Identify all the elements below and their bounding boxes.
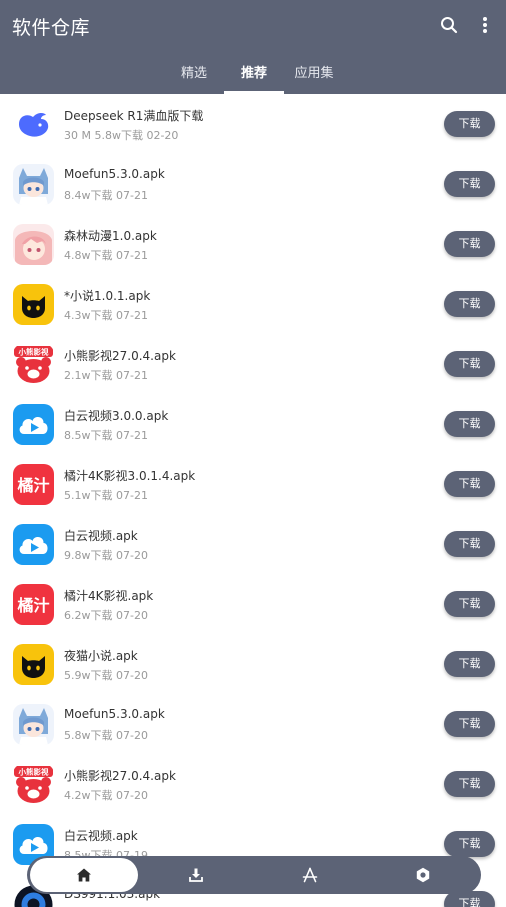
app-name: 白云视频.apk bbox=[64, 529, 138, 543]
download-button[interactable]: 下载 bbox=[444, 591, 495, 617]
app-meta: 4.2w下载 07-20 bbox=[64, 789, 148, 802]
svg-text:小熊影视: 小熊影视 bbox=[19, 767, 49, 777]
app-name: 小熊影视27.0.4.apk bbox=[64, 349, 176, 363]
app-meta: 5.9w下载 07-20 bbox=[64, 669, 148, 682]
download-button[interactable]: 下载 bbox=[444, 171, 495, 197]
list-item[interactable]: Moefun5.3.0.apk 8.4w下载 07-21 下载 bbox=[0, 154, 506, 214]
list-item[interactable]: 小熊影视 小熊影视27.0.4.apk 2.1w下载 07-21 下载 bbox=[0, 334, 506, 394]
anime-girl-pink-icon bbox=[13, 224, 54, 265]
download-button[interactable]: 下载 bbox=[444, 231, 495, 257]
download-button[interactable]: 下载 bbox=[444, 351, 495, 377]
app-name: Moefun5.3.0.apk bbox=[64, 707, 165, 721]
deepseek-whale-icon bbox=[13, 104, 54, 145]
anime-girl-blue-icon bbox=[13, 704, 54, 745]
black-cat-icon bbox=[13, 284, 54, 325]
app-meta: 8.5w下载 07-21 bbox=[64, 429, 148, 442]
app-window: 软件仓库 精选 推荐 应用集 Deepseek R1满血版下载 30 M 5.8w… bbox=[0, 0, 506, 907]
cloud-play-icon bbox=[13, 404, 54, 445]
list-item[interactable]: 小熊影视 小熊影视27.0.4.apk 4.2w下载 07-20 下载 bbox=[0, 754, 506, 814]
tab-collections[interactable]: 应用集 bbox=[284, 58, 344, 94]
app-name: Deepseek R1满血版下载 bbox=[64, 109, 204, 123]
nav-home[interactable] bbox=[30, 858, 138, 892]
juzhi-icon: 橘汁 bbox=[13, 464, 54, 505]
app-list: Deepseek R1满血版下载 30 M 5.8w下载 02-20 下载 Moefu… bbox=[0, 94, 506, 907]
download-button[interactable]: 下载 bbox=[444, 111, 495, 137]
app-store-icon bbox=[302, 867, 318, 883]
list-item[interactable]: 橘汁 橘汁4K影视.apk 6.2w下载 07-20 下载 bbox=[0, 574, 506, 634]
list-item[interactable]: 白云视频.apk 9.8w下载 07-20 下载 bbox=[0, 514, 506, 574]
download-button[interactable]: 下载 bbox=[444, 711, 495, 737]
download-button[interactable]: 下载 bbox=[444, 411, 495, 437]
list-item[interactable]: Moefun5.3.0.apk 5.8w下载 07-20 下载 bbox=[0, 694, 506, 754]
app-meta: 6.2w下载 07-20 bbox=[64, 609, 148, 622]
bottom-nav bbox=[27, 856, 481, 894]
svg-text:橘汁: 橘汁 bbox=[16, 596, 49, 615]
download-button[interactable]: 下载 bbox=[444, 651, 495, 677]
download-icon bbox=[189, 868, 203, 882]
home-icon bbox=[77, 868, 91, 882]
cloud-play-icon bbox=[13, 524, 54, 565]
app-meta: 30 M 5.8w下载 02-20 bbox=[64, 129, 179, 142]
more-vertical-icon[interactable] bbox=[472, 12, 498, 38]
app-meta: 8.4w下载 07-21 bbox=[64, 189, 148, 202]
settings-icon bbox=[416, 867, 430, 883]
download-button[interactable]: 下载 bbox=[444, 291, 495, 317]
app-name: 白云视频3.0.0.apk bbox=[64, 409, 169, 423]
red-bear-icon: 小熊影视 bbox=[13, 764, 54, 805]
red-bear-icon: 小熊影视 bbox=[13, 344, 54, 385]
download-button[interactable]: 下载 bbox=[444, 771, 495, 797]
download-button[interactable]: 下载 bbox=[444, 471, 495, 497]
app-name: Moefun5.3.0.apk bbox=[64, 167, 165, 181]
tab-bar: 精选 推荐 应用集 bbox=[0, 58, 506, 94]
nav-app-store[interactable] bbox=[256, 858, 364, 892]
page-title: 软件仓库 bbox=[12, 17, 91, 39]
app-name: 夜猫小说.apk bbox=[64, 649, 138, 663]
anime-girl-blue-icon bbox=[13, 164, 54, 205]
list-item[interactable]: 白云视频3.0.0.apk 8.5w下载 07-21 下载 bbox=[0, 394, 506, 454]
list-item[interactable]: Deepseek R1满血版下载 30 M 5.8w下载 02-20 下载 bbox=[0, 94, 506, 154]
app-meta: 9.8w下载 07-20 bbox=[64, 549, 148, 562]
svg-text:橘汁: 橘汁 bbox=[16, 476, 49, 495]
app-meta: 2.1w下载 07-21 bbox=[64, 369, 148, 382]
app-meta: 5.1w下载 07-21 bbox=[64, 489, 148, 502]
list-item[interactable]: *小说1.0.1.apk 4.3w下载 07-21 下载 bbox=[0, 274, 506, 334]
app-name: 橘汁4K影视.apk bbox=[64, 589, 154, 603]
app-name: *小说1.0.1.apk bbox=[64, 289, 151, 303]
app-name: 白云视频.apk bbox=[64, 829, 138, 843]
list-item[interactable]: 橘汁 橘汁4K影视3.0.1.4.apk 5.1w下载 07-21 下载 bbox=[0, 454, 506, 514]
list-item[interactable]: 夜猫小说.apk 5.9w下载 07-20 下载 bbox=[0, 634, 506, 694]
black-cat-icon bbox=[13, 644, 54, 685]
app-name: 橘汁4K影视3.0.1.4.apk bbox=[64, 469, 196, 483]
app-meta: 4.3w下载 07-21 bbox=[64, 309, 148, 322]
nav-settings[interactable] bbox=[369, 858, 477, 892]
search-icon[interactable] bbox=[436, 12, 462, 38]
tab-featured[interactable]: 精选 bbox=[164, 58, 224, 94]
app-name: 小熊影视27.0.4.apk bbox=[64, 769, 176, 783]
app-header: 软件仓库 精选 推荐 应用集 bbox=[0, 0, 506, 94]
svg-text:小熊影视: 小熊影视 bbox=[19, 347, 49, 357]
tab-recommended[interactable]: 推荐 bbox=[224, 58, 284, 94]
nav-downloads[interactable] bbox=[142, 858, 250, 892]
app-meta: 5.8w下载 07-20 bbox=[64, 729, 148, 742]
download-button[interactable]: 下载 bbox=[444, 531, 495, 557]
app-meta: 4.8w下载 07-21 bbox=[64, 249, 148, 262]
download-button[interactable]: 下载 bbox=[444, 831, 495, 857]
app-name: 森林动漫1.0.apk bbox=[64, 229, 157, 243]
juzhi-icon: 橘汁 bbox=[13, 584, 54, 625]
list-item[interactable]: 森林动漫1.0.apk 4.8w下载 07-21 下载 bbox=[0, 214, 506, 274]
